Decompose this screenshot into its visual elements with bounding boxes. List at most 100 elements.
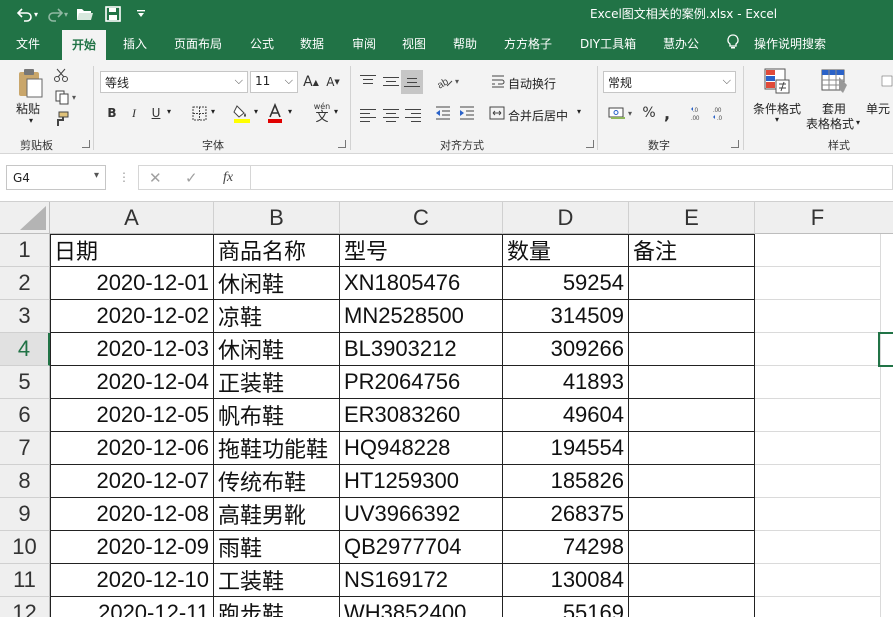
increase-font-size-button[interactable]: A ▲	[302, 73, 320, 91]
cell-model[interactable]: WH3852400	[340, 597, 503, 617]
cell-note[interactable]	[629, 597, 755, 617]
cell-product[interactable]: 休闲鞋	[214, 333, 340, 366]
cell-empty[interactable]	[755, 366, 881, 399]
column-header-g-partial[interactable]	[880, 202, 893, 234]
cell-model[interactable]: MN2528500	[340, 300, 503, 333]
italic-button[interactable]: I	[126, 104, 142, 122]
align-left-icon[interactable]	[360, 106, 376, 125]
cell-empty[interactable]	[755, 498, 881, 531]
cell-qty[interactable]: 268375	[503, 498, 629, 531]
cell-model[interactable]: PR2064756	[340, 366, 503, 399]
cell-date[interactable]: 2020-12-08	[50, 498, 214, 531]
row-header[interactable]: 12	[0, 597, 50, 617]
align-center-icon[interactable]	[383, 106, 399, 125]
cut-icon[interactable]	[52, 66, 70, 84]
percent-button[interactable]: %	[641, 104, 657, 122]
format-table-dropdown-icon[interactable]: ▾	[856, 118, 860, 127]
cell-qty[interactable]: 41893	[503, 366, 629, 399]
row-header[interactable]: 11	[0, 564, 50, 597]
cell-model[interactable]: ER3083260	[340, 399, 503, 432]
font-color-icon[interactable]	[266, 102, 284, 124]
column-header-c[interactable]: C	[340, 202, 503, 234]
cell-qty[interactable]: 309266	[503, 333, 629, 366]
decrease-indent-icon[interactable]	[434, 104, 452, 122]
cell-product[interactable]: 帆布鞋	[214, 399, 340, 432]
underline-dropdown-icon[interactable]: ▾	[167, 107, 171, 116]
cell-styles-button[interactable]: 单元	[866, 100, 890, 117]
cell-empty[interactable]	[755, 597, 881, 617]
cell-qty[interactable]: 185826	[503, 465, 629, 498]
select-all-button[interactable]	[0, 202, 50, 234]
phonetic-guide-button[interactable]: wén 文	[310, 100, 334, 126]
cell-empty[interactable]	[755, 333, 881, 366]
cell-empty[interactable]	[755, 531, 881, 564]
cell-model[interactable]: XN1805476	[340, 267, 503, 300]
cell-model[interactable]: HQ948228	[340, 432, 503, 465]
header-cell-date[interactable]: 日期	[50, 234, 214, 267]
formula-input[interactable]	[250, 165, 893, 190]
tab-formulas[interactable]: 公式	[250, 35, 274, 52]
open-folder-icon[interactable]	[74, 3, 96, 25]
cell-model[interactable]: NS169172	[340, 564, 503, 597]
cell-date[interactable]: 2020-12-06	[50, 432, 214, 465]
align-top-icon[interactable]	[360, 72, 376, 87]
cell-product[interactable]: 传统布鞋	[214, 465, 340, 498]
cell-empty[interactable]	[755, 432, 881, 465]
row-header[interactable]: 5	[0, 366, 50, 399]
cell-note[interactable]	[629, 498, 755, 531]
cell-empty[interactable]	[755, 267, 881, 300]
cell-model[interactable]: HT1259300	[340, 465, 503, 498]
row-header[interactable]: 1	[0, 234, 50, 267]
align-middle-icon[interactable]	[383, 74, 399, 89]
save-icon[interactable]	[102, 3, 124, 25]
cell-empty[interactable]	[755, 465, 881, 498]
row-header[interactable]: 8	[0, 465, 50, 498]
cell-qty[interactable]: 74298	[503, 531, 629, 564]
name-box[interactable]: G4 ▾	[6, 165, 106, 190]
row-header[interactable]: 3	[0, 300, 50, 333]
cell-product[interactable]: 休闲鞋	[214, 267, 340, 300]
row-header[interactable]: 7	[0, 432, 50, 465]
cell-date[interactable]: 2020-12-05	[50, 399, 214, 432]
merge-center-icon[interactable]	[488, 104, 506, 122]
wrap-text-icon[interactable]	[490, 72, 506, 90]
cell-date[interactable]: 2020-12-10	[50, 564, 214, 597]
column-header-e[interactable]: E	[629, 202, 755, 234]
borders-dropdown-icon[interactable]: ▾	[211, 107, 215, 116]
cell-note[interactable]	[629, 267, 755, 300]
bold-button[interactable]: B	[104, 104, 120, 122]
comma-style-button[interactable]: ,	[661, 104, 673, 123]
cell-model[interactable]: UV3966392	[340, 498, 503, 531]
active-cell-g4[interactable]	[878, 332, 893, 367]
column-header-f[interactable]: F	[755, 202, 881, 234]
cell-date[interactable]: 2020-12-01	[50, 267, 214, 300]
cell-empty[interactable]	[755, 300, 881, 333]
cell-product[interactable]: 雨鞋	[214, 531, 340, 564]
tab-home[interactable]: 开始	[62, 30, 107, 60]
decrease-font-size-button[interactable]: A ▼	[324, 73, 342, 91]
clipboard-launcher-icon[interactable]	[82, 140, 90, 148]
header-cell-qty[interactable]: 数量	[503, 234, 629, 267]
tab-data[interactable]: 数据	[300, 35, 324, 52]
row-header[interactable]: 9	[0, 498, 50, 531]
align-right-icon[interactable]	[405, 106, 421, 125]
font-color-dropdown-icon[interactable]: ▾	[288, 107, 292, 116]
row-header[interactable]: 6	[0, 399, 50, 432]
increase-indent-icon[interactable]	[458, 104, 476, 122]
decrease-decimal-icon[interactable]: .00.0	[712, 104, 730, 122]
tab-insert[interactable]: 插入	[123, 35, 147, 52]
number-format-dropdown[interactable]: 常规 ⌵	[603, 71, 736, 93]
align-bottom-button[interactable]	[401, 70, 423, 94]
cell-date[interactable]: 2020-12-02	[50, 300, 214, 333]
conditional-formatting-icon[interactable]	[762, 66, 792, 96]
cell-note[interactable]	[629, 432, 755, 465]
column-header-a[interactable]: A	[50, 202, 214, 234]
row-header[interactable]: 2	[0, 267, 50, 300]
header-cell-model[interactable]: 型号	[340, 234, 503, 267]
accounting-format-icon[interactable]: ▾	[605, 104, 635, 122]
merge-center-button[interactable]: 合并后居中	[508, 107, 568, 124]
insert-function-button[interactable]: fx	[223, 170, 233, 186]
tab-diy-toolbox[interactable]: DIY工具箱	[580, 35, 636, 52]
cell-date[interactable]: 2020-12-07	[50, 465, 214, 498]
cell-qty[interactable]: 130084	[503, 564, 629, 597]
